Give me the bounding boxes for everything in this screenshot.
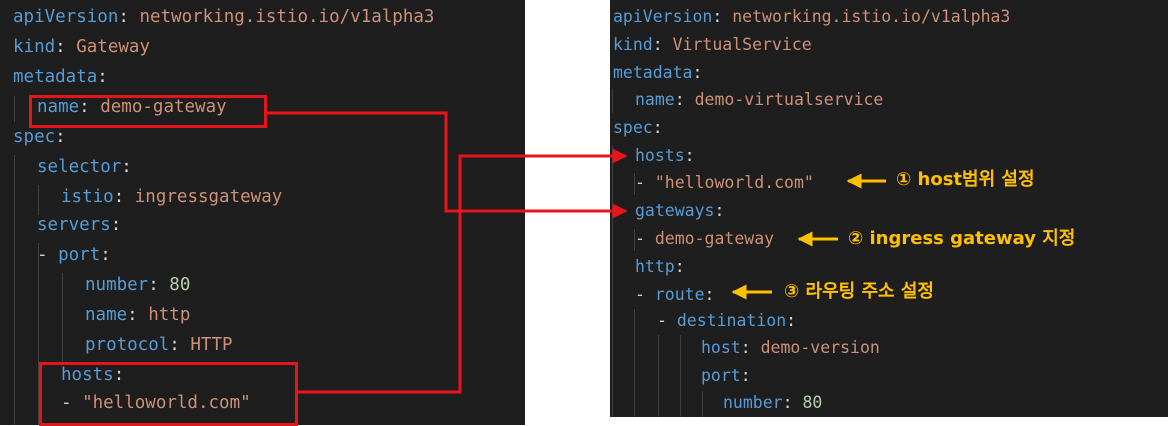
annotation-ingress-gateway: ② ingress gateway 지정: [848, 228, 1076, 249]
gateway-link-arrow: [267, 111, 628, 219]
hosts-link-arrow: [298, 148, 628, 394]
annotation-routing-address: ③ 라우팅 주소 설정: [784, 281, 934, 302]
annotation-host-scope: ① host범위 설정: [896, 169, 1035, 190]
connector-arrows: [267, 111, 886, 394]
